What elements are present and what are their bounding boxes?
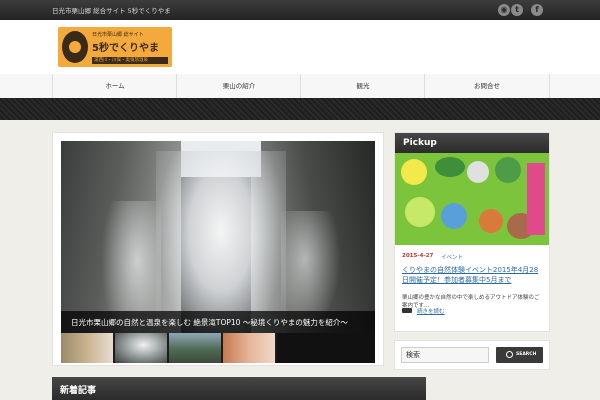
pickup-category[interactable]: イベント [441,253,463,261]
pickup-widget: Pickup 2015-4-27 イベント くりやまの自然体験イベント2015年… [394,132,550,332]
slider-thumb[interactable] [277,333,375,363]
twitter-icon[interactable]: t [511,4,523,16]
main-nav: ホーム 栗山の紹介 観光 お問合せ [0,74,600,99]
search-button[interactable]: SEARCH [496,347,543,363]
rss-icon[interactable]: ◉ [498,4,510,16]
nav-item-sightseeing[interactable]: 観光 [300,74,425,98]
logo-bottom-strip: 湯西川・川俣・奥鬼怒温泉 [92,57,168,64]
site-tagline: 日光市栗山郷 総合サイト 5秒でくりやま [52,7,171,15]
search-widget: SEARCH [394,340,550,370]
slider-thumb[interactable] [61,333,113,363]
logo-bottom-text: 湯西川・川俣・奥鬼怒温泉 [94,58,148,63]
slider-caption-text: 日光市栗山郷の自然と温泉を楽しむ 絶景滝TOP10 ～秘境くりやまの魅力を紹介～ [71,318,348,327]
pickup-image-blob [405,197,435,227]
nav-item-about[interactable]: 栗山の紹介 [176,74,301,98]
slider-thumb[interactable] [169,333,221,363]
top-bar: 日光市栗山郷 総合サイト 5秒でくりやま ◉ t f [0,0,600,20]
pickup-image-blob [435,157,465,177]
logo-chestnut-icon [62,31,88,63]
nav-item-home[interactable]: ホーム [52,74,177,98]
site-header: 日光市栗山郷 総サイト 5秒でくりやま 湯西川・川俣・奥鬼怒温泉 [0,20,600,75]
logo-subtitle: 日光市栗山郷 総サイト [92,32,144,38]
read-more-link[interactable]: 続きを読む [417,307,445,315]
pickup-image[interactable] [395,153,549,245]
site-logo[interactable]: 日光市栗山郷 総サイト 5秒でくりやま 湯西川・川俣・奥鬼怒温泉 [58,27,172,67]
search-icon [506,351,513,358]
slider-thumbnails [61,333,375,363]
slider-caption[interactable]: 日光市栗山郷の自然と温泉を楽しむ 絶景滝TOP10 ～秘境くりやまの魅力を紹介～ [61,311,375,333]
search-button-label: SEARCH [516,352,537,357]
pickup-image-blob [479,209,503,233]
decorative-band [0,98,600,120]
pickup-image-banner [527,163,545,235]
pickup-date: 2015-4-27 [402,253,434,259]
arrow-icon [402,308,412,313]
pickup-image-blob [467,161,489,183]
pickup-title-link[interactable]: くりやまの自然体験イベント2015年4月28日開催予定！参加者募集中5月まで [402,265,542,285]
pickup-image-blob [495,157,521,183]
logo-title: 5秒でくりやま [92,43,159,54]
search-input[interactable] [401,347,489,363]
pickup-image-blob [441,203,467,229]
pickup-heading: Pickup [403,138,437,148]
featured-panel: 日光市栗山郷の自然と温泉を楽しむ 絶景滝TOP10 ～秘境くりやまの魅力を紹介～ [52,132,384,366]
pickup-image-blob [401,159,427,185]
slider-thumb[interactable] [115,333,167,363]
facebook-icon[interactable]: f [531,4,543,16]
featured-slider[interactable]: 日光市栗山郷の自然と温泉を楽しむ 絶景滝TOP10 ～秘境くりやまの魅力を紹介～ [61,141,375,363]
nav-item-contact[interactable]: お問合せ [424,74,550,98]
section-header: 新着記事 [52,377,426,400]
section-heading: 新着記事 [60,386,97,396]
pickup-header: Pickup [395,133,549,153]
slider-thumb[interactable] [223,333,275,363]
